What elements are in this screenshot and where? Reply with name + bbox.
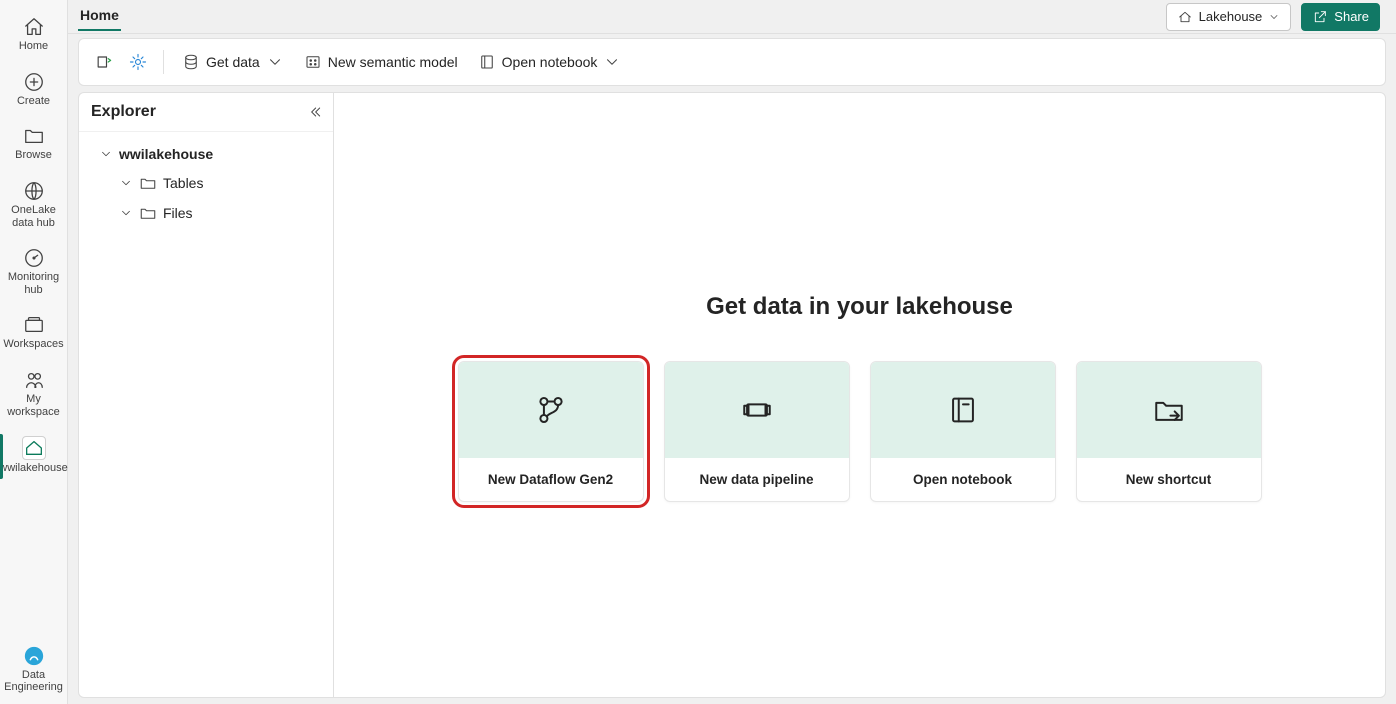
data-engineering-icon <box>23 645 45 667</box>
rail-wwilakehouse[interactable]: wwilakehouse <box>0 428 68 485</box>
main-area: Home Lakehouse Share <box>68 0 1396 704</box>
rail-home[interactable]: Home <box>0 8 68 63</box>
cards-row: New Dataflow Gen2 New data pipeline Open… <box>458 361 1262 502</box>
explorer-header: Explorer <box>79 93 333 132</box>
topbar: Home Lakehouse Share <box>68 0 1396 34</box>
chevron-down-icon <box>603 53 621 71</box>
chevron-down-icon <box>99 147 113 161</box>
rail-browse[interactable]: Browse <box>0 117 68 172</box>
folder-icon <box>139 174 157 192</box>
folder-icon <box>23 125 45 147</box>
rail-onelake-label: OneLake data hub <box>2 204 66 229</box>
collapse-panel-icon[interactable] <box>307 104 323 120</box>
tree-files-label: Files <box>163 205 193 221</box>
card-label: Open notebook <box>871 458 1055 501</box>
card-top <box>459 362 643 458</box>
card-new-data-pipeline[interactable]: New data pipeline <box>664 361 850 502</box>
chevron-down-icon <box>119 176 133 190</box>
tree-tables[interactable]: Tables <box>85 168 327 198</box>
app-root: Home Create Browse OneLake data hub Moni… <box>0 0 1396 704</box>
tree-root-wwilakehouse[interactable]: wwilakehouse <box>85 140 327 168</box>
content-area: Explorer wwilakehouse Tables <box>78 92 1386 698</box>
gear-icon <box>128 52 148 72</box>
rail-create-label: Create <box>17 95 50 108</box>
monitor-icon <box>23 247 45 269</box>
rail-data-engineering-label: Data Engineering <box>2 669 66 694</box>
rail-monitoring[interactable]: Monitoring hub <box>0 239 68 306</box>
get-data-label: Get data <box>206 54 260 70</box>
rail-workspaces-label: Workspaces <box>3 338 63 351</box>
rail-my-workspace-label: My workspace <box>2 393 66 418</box>
share-button-label: Share <box>1334 9 1369 24</box>
home-icon <box>23 16 45 38</box>
chevron-down-icon <box>266 53 284 71</box>
rail-my-workspace[interactable]: My workspace <box>0 361 68 428</box>
get-data-button[interactable]: Get data <box>174 49 292 75</box>
page-title-tab[interactable]: Home <box>78 3 121 31</box>
card-new-dataflow-gen2[interactable]: New Dataflow Gen2 <box>458 361 644 502</box>
pipeline-icon <box>740 393 774 427</box>
explorer-title: Explorer <box>91 103 156 121</box>
tree-tables-label: Tables <box>163 175 203 191</box>
tree-files[interactable]: Files <box>85 198 327 228</box>
rail-create[interactable]: Create <box>0 63 68 118</box>
canvas-title: Get data in your lakehouse <box>706 293 1013 321</box>
lakehouse-dropdown-label: Lakehouse <box>1199 9 1263 24</box>
card-label: New data pipeline <box>665 458 849 501</box>
card-open-notebook[interactable]: Open notebook <box>870 361 1056 502</box>
left-rail: Home Create Browse OneLake data hub Moni… <box>0 0 68 704</box>
folder-icon <box>139 204 157 222</box>
toolbar-separator <box>163 50 164 74</box>
share-button[interactable]: Share <box>1301 3 1380 31</box>
onelake-icon <box>23 180 45 202</box>
share-icon <box>1312 9 1328 25</box>
notebook-icon <box>478 53 496 71</box>
refresh-icon <box>94 52 114 72</box>
card-top <box>1077 362 1261 458</box>
rail-onelake[interactable]: OneLake data hub <box>0 172 68 239</box>
canvas: Get data in your lakehouse New Dataflow … <box>334 93 1385 697</box>
dataflow-icon <box>534 393 568 427</box>
explorer-tree: wwilakehouse Tables Files <box>79 132 333 236</box>
chevron-down-icon <box>1268 11 1280 23</box>
database-icon <box>182 53 200 71</box>
lakehouse-icon <box>1177 9 1193 25</box>
semantic-model-icon <box>304 53 322 71</box>
settings-button[interactable] <box>123 47 153 77</box>
open-notebook-label: Open notebook <box>502 54 598 70</box>
card-label: New shortcut <box>1077 458 1261 501</box>
rail-wwilakehouse-label: wwilakehouse <box>0 462 68 475</box>
workspaces-icon <box>23 314 45 336</box>
card-new-shortcut[interactable]: New shortcut <box>1076 361 1262 502</box>
rail-monitoring-label: Monitoring hub <box>2 271 66 296</box>
new-semantic-model-label: New semantic model <box>328 54 458 70</box>
card-top <box>665 362 849 458</box>
explorer-panel: Explorer wwilakehouse Tables <box>79 93 334 697</box>
card-top <box>871 362 1055 458</box>
rail-workspaces[interactable]: Workspaces <box>0 306 68 361</box>
plus-circle-icon <box>23 71 45 93</box>
card-label: New Dataflow Gen2 <box>459 458 643 501</box>
topbar-right: Lakehouse Share <box>1166 3 1380 31</box>
rail-data-engineering[interactable]: Data Engineering <box>0 637 68 704</box>
shortcut-icon <box>1152 393 1186 427</box>
new-semantic-model-button[interactable]: New semantic model <box>296 49 466 75</box>
notebook-icon <box>946 393 980 427</box>
my-workspace-icon <box>23 369 45 391</box>
lakehouse-thumb-icon <box>22 436 46 460</box>
rail-home-label: Home <box>19 40 48 53</box>
toolbar: Get data New semantic model Open noteboo… <box>78 38 1386 86</box>
open-notebook-button[interactable]: Open notebook <box>470 49 630 75</box>
tree-root-label: wwilakehouse <box>119 146 213 162</box>
refresh-button[interactable] <box>89 47 119 77</box>
chevron-down-icon <box>119 206 133 220</box>
rail-browse-label: Browse <box>15 149 52 162</box>
lakehouse-dropdown[interactable]: Lakehouse <box>1166 3 1292 31</box>
